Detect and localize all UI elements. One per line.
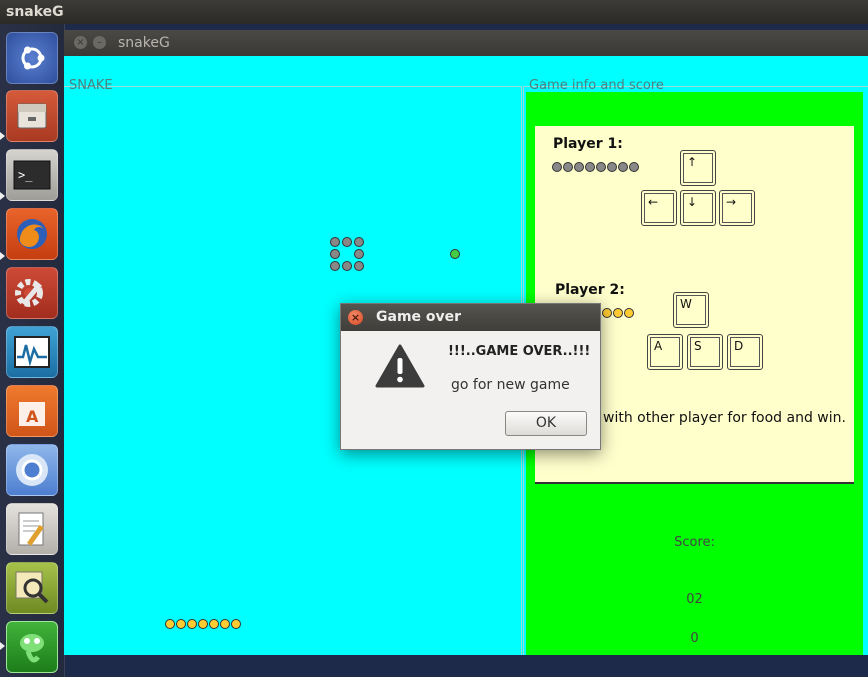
text-editor-icon: [18, 512, 44, 546]
launcher-item-terminal[interactable]: >_: [6, 149, 58, 201]
key-right: →: [719, 190, 755, 226]
window-close-button[interactable]: ×: [74, 36, 87, 49]
player2-label: Player 2:: [555, 282, 625, 298]
ubuntu-dash-icon: [21, 46, 45, 70]
player1-snake-segment: [342, 237, 352, 247]
player2-snake-segment: [176, 619, 186, 629]
svg-text:A: A: [26, 407, 39, 426]
launcher: >_ A: [0, 24, 65, 677]
dialog-titlebar[interactable]: × Game over: [341, 304, 600, 331]
dialog-close-button[interactable]: ×: [348, 310, 363, 325]
arrow-left-icon: ←: [648, 195, 659, 209]
player1-indicator-dot: [585, 162, 595, 172]
food-pellet: [450, 249, 460, 259]
chromium-icon: [16, 454, 48, 486]
close-icon: ×: [350, 311, 361, 324]
key-a: A: [647, 334, 683, 370]
image-viewer-icon: [15, 571, 49, 604]
game-over-dialog: × Game over !!!..GAME OVER..!!! go for n…: [340, 303, 601, 450]
player2-snake-segment: [220, 619, 230, 629]
player1-snake-segment: [354, 261, 364, 271]
key-w-label: W: [680, 297, 692, 311]
key-a-label: A: [654, 339, 663, 353]
launcher-active-pip: [0, 642, 5, 650]
player2-snake-segment: [198, 619, 208, 629]
minimize-icon: –: [97, 37, 102, 48]
player1-snake-segment: [330, 249, 340, 259]
key-s: S: [687, 334, 723, 370]
launcher-item-firefox[interactable]: [6, 208, 58, 260]
key-d-label: D: [734, 339, 744, 353]
software-center-icon: A: [19, 402, 45, 426]
player1-label: Player 1:: [553, 136, 623, 152]
score-player1: 02: [686, 592, 703, 607]
player1-snake-segment: [330, 237, 340, 247]
key-s-label: S: [694, 339, 702, 353]
launcher-active-pip: [0, 252, 5, 260]
player2-snake-segment: [165, 619, 175, 629]
ok-button[interactable]: OK: [505, 411, 587, 436]
key-d: D: [727, 334, 763, 370]
player1-indicator-dot: [552, 162, 562, 172]
snakeg-app-icon: [20, 634, 44, 663]
player1-indicator-dot: [618, 162, 628, 172]
files-icon: [17, 103, 47, 129]
system-settings-icon: [15, 279, 43, 307]
player2-snake-segment: [209, 619, 219, 629]
info-panel-title: Game info and score: [529, 78, 664, 93]
svg-text:>_: >_: [18, 168, 33, 182]
launcher-active-pip: [0, 192, 5, 200]
player2-indicator-dot: [602, 308, 612, 318]
launcher-item-text-editor[interactable]: [6, 503, 58, 555]
launcher-item-image-viewer[interactable]: [6, 562, 58, 614]
close-icon: ×: [76, 37, 85, 48]
launcher-active-pip: [0, 132, 5, 140]
key-w: W: [673, 292, 709, 328]
key-left: ←: [641, 190, 677, 226]
player1-indicator-dot: [574, 162, 584, 172]
score-label: Score:: [674, 535, 715, 550]
warning-icon: [375, 344, 425, 388]
score-player2: 0: [690, 631, 699, 646]
dialog-heading: !!!..GAME OVER..!!!: [448, 344, 591, 359]
player1-indicator-dot: [596, 162, 606, 172]
launcher-item-dash[interactable]: [6, 32, 58, 84]
arrow-right-icon: →: [726, 195, 737, 209]
window-minimize-button[interactable]: –: [93, 36, 106, 49]
launcher-item-software-center[interactable]: A: [6, 385, 58, 437]
player1-snake-segment: [354, 237, 364, 247]
window-titlebar[interactable]: × – snakeG: [64, 30, 868, 56]
system-monitor-icon: [14, 336, 50, 368]
launcher-item-system-monitor[interactable]: [6, 326, 58, 378]
terminal-icon: >_: [13, 160, 51, 190]
player2-snake-segment: [187, 619, 197, 629]
dialog-title: Game over: [376, 309, 462, 325]
key-down: ↓: [680, 190, 716, 226]
launcher-item-chromium[interactable]: [6, 444, 58, 496]
arrow-down-icon: ↓: [687, 195, 698, 209]
launcher-item-snakeg[interactable]: [6, 621, 58, 673]
player1-indicator-dot: [563, 162, 573, 172]
player2-snake-segment: [231, 619, 241, 629]
player2-indicator-dot: [613, 308, 623, 318]
player2-indicator-dot: [624, 308, 634, 318]
dialog-message: go for new game: [451, 377, 570, 393]
player1-snake-segment: [354, 249, 364, 259]
player1-indicator-dot: [629, 162, 639, 172]
key-up: ↑: [680, 150, 716, 186]
top-panel-app-name: snakeG: [6, 4, 64, 20]
player1-indicator-dot: [607, 162, 617, 172]
firefox-icon: [17, 219, 47, 249]
player1-snake-segment: [330, 261, 340, 271]
player1-snake-segment: [342, 261, 352, 271]
launcher-item-settings[interactable]: [6, 267, 58, 319]
top-panel: snakeG: [0, 0, 868, 24]
launcher-item-files[interactable]: [6, 90, 58, 142]
arrow-up-icon: ↑: [687, 155, 698, 169]
window-title: snakeG: [118, 35, 170, 51]
